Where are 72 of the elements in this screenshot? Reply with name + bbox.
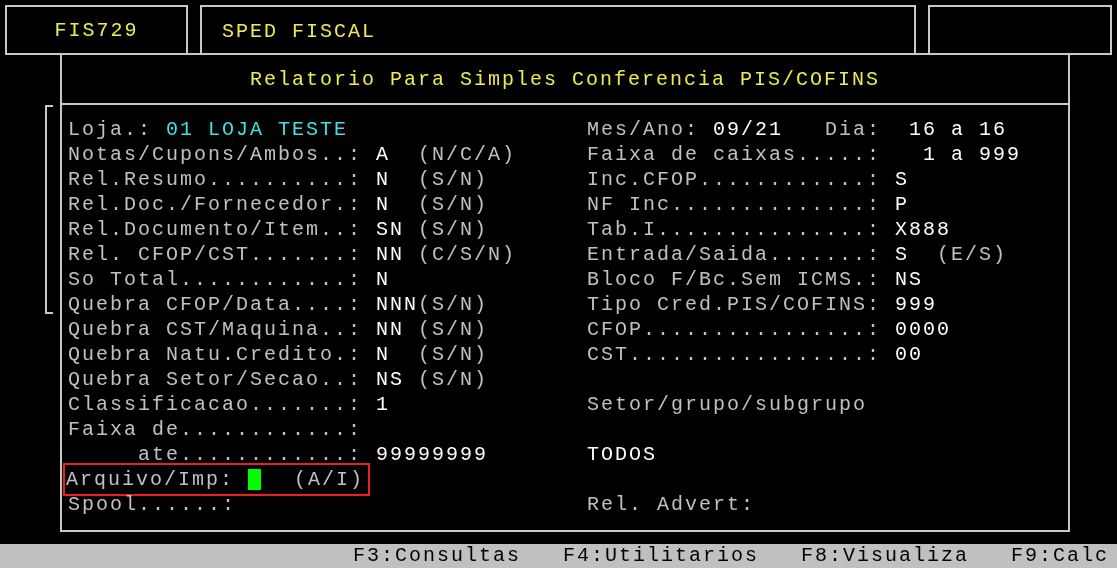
field-label: Bloco F/Bc.Sem ICMS.: — [587, 268, 882, 291]
field-label: ate............: — [138, 443, 363, 466]
field-value[interactable]: SN — [376, 218, 419, 241]
field-label: Rel.Documento/Item..: — [68, 218, 363, 241]
field-label: Mes/Ano: — [587, 118, 699, 141]
field-label: Tab.I...............: — [587, 218, 882, 241]
field-label: Entrada/Saida.......: — [587, 243, 882, 266]
option-hint: (N/C/A) — [418, 143, 517, 166]
option-hint: (C/S/N) — [418, 243, 517, 266]
function-key[interactable]: F9:Calc — [1011, 544, 1109, 568]
field-value[interactable]: A — [376, 143, 419, 166]
dialog-title: Relatorio Para Simples Conferencia PIS/COFINS — [249, 67, 881, 91]
field-value[interactable]: P — [895, 193, 910, 216]
store-name: 01 LOJA TESTE — [166, 118, 349, 141]
option-hint: (S/N) — [418, 168, 489, 191]
field-label: NF Inc..............: — [587, 193, 882, 216]
field-label: Dia: — [825, 118, 882, 141]
field-value[interactable]: NS — [895, 268, 924, 291]
field-value[interactable]: X888 — [895, 218, 952, 241]
function-key[interactable]: F3:Consultas — [352, 544, 521, 568]
field-value[interactable]: NS — [376, 368, 419, 391]
field-label: Rel. Advert: — [587, 493, 756, 516]
program-code: FIS729 — [54, 18, 139, 42]
field-value[interactable]: N — [376, 193, 419, 216]
field-value[interactable]: 999 — [895, 293, 938, 316]
field-label: Notas/Cupons/Ambos..: — [68, 143, 363, 166]
field-value[interactable]: N — [376, 343, 419, 366]
field-label: Rel.Doc./Fornecedor.: — [68, 193, 363, 216]
field-label: Loja.: — [68, 118, 152, 141]
field-value[interactable]: NN — [376, 318, 419, 341]
field-label: So Total............: — [68, 268, 363, 291]
option-hint: (S/N) — [418, 293, 489, 316]
option-hint: (E/S) — [937, 243, 1008, 266]
option-hint: (S/N) — [418, 343, 489, 366]
field-label: Quebra Natu.Credito.: — [68, 343, 363, 366]
option-hint: (S/N) — [418, 218, 489, 241]
section-label: Setor/grupo/subgrupo — [587, 393, 868, 416]
option-hint: (S/N) — [418, 368, 489, 391]
field-label: Rel.Resumo..........: — [68, 168, 363, 191]
function-key[interactable]: F4:Utilitarios — [562, 544, 759, 568]
option-hint: (A/I) — [294, 468, 365, 491]
field-value[interactable]: 00 — [895, 343, 924, 366]
option-hint: (S/N) — [418, 193, 489, 216]
field-value[interactable]: 1 a 999 — [923, 143, 1022, 166]
field-label: Arquivo/Imp: — [66, 468, 235, 491]
field-label: Tipo Cred.PIS/COFINS: — [587, 293, 882, 316]
field-value[interactable]: 1 — [376, 393, 391, 416]
field-value[interactable]: NN — [376, 243, 419, 266]
field-value: TODOS — [587, 443, 657, 466]
field-label: Spool......: — [68, 493, 237, 516]
field-label: Faixa de caixas.....: — [587, 143, 882, 166]
option-hint: (S/N) — [418, 318, 489, 341]
function-key[interactable]: F8:Visualiza — [800, 544, 969, 568]
field-label: Quebra CST/Maquina..: — [68, 318, 363, 341]
field-value[interactable]: NNN — [376, 293, 419, 316]
field-label: Classificacao.......: — [68, 393, 363, 416]
field-label: Inc.CFOP............: — [587, 168, 882, 191]
field-label: Quebra CFOP/Data....: — [68, 293, 363, 316]
field-label: CST.................: — [587, 343, 882, 366]
field-value[interactable]: 16 a 16 — [909, 118, 1008, 141]
field-label: Rel. CFOP/CST.......: — [68, 243, 363, 266]
field-value[interactable]: 09/21 — [713, 118, 784, 141]
field-label: CFOP................: — [587, 318, 882, 341]
field-value[interactable]: 99999999 — [376, 443, 489, 466]
module-title: SPED FISCAL — [222, 19, 377, 43]
field-value[interactable]: N — [376, 268, 391, 291]
field-label: Faixa de............: — [68, 418, 363, 441]
field-label: Quebra Setor/Secao..: — [68, 368, 363, 391]
field-value[interactable]: N — [376, 168, 419, 191]
field-value[interactable]: 0000 — [895, 318, 952, 341]
field-value[interactable]: S — [895, 243, 938, 266]
field-value[interactable]: S — [895, 168, 910, 191]
